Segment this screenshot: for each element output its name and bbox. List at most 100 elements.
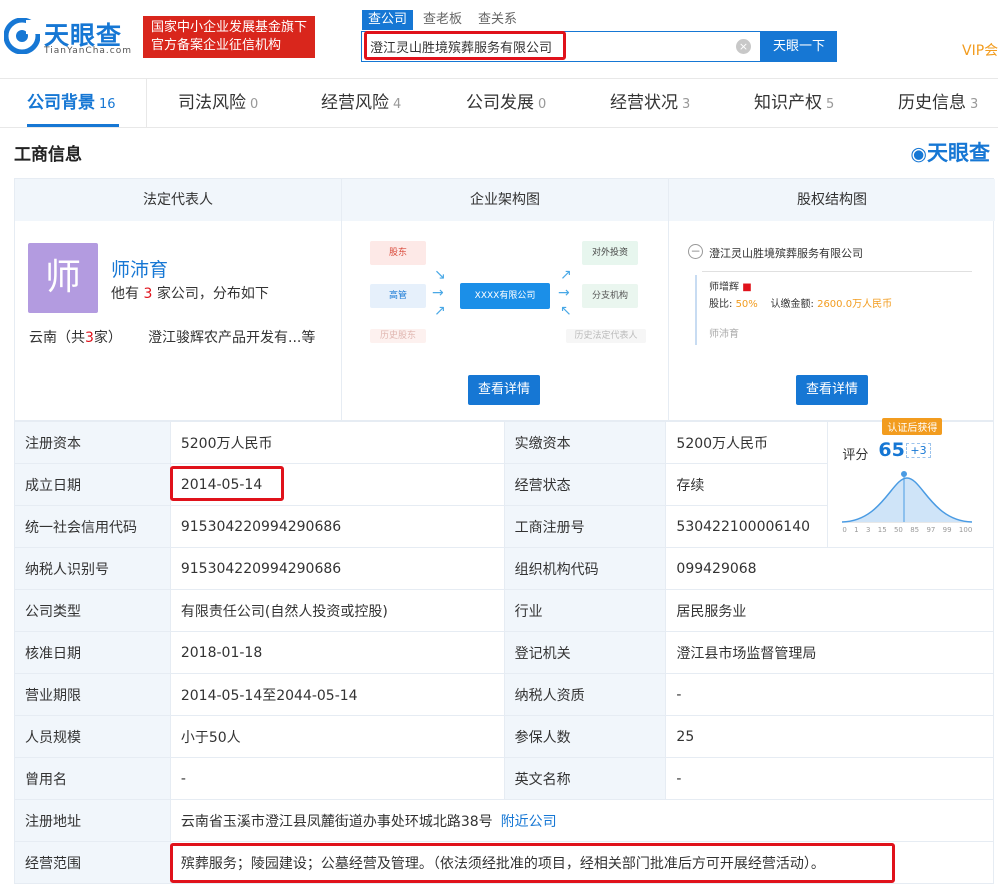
nearby-companies-link[interactable]: 附近公司 xyxy=(501,814,557,830)
table-label: 营业期限 xyxy=(14,673,171,716)
holder-name: 师增辉 xyxy=(709,282,739,293)
org-executive-node: 高管 xyxy=(370,284,426,308)
table-label: 公司类型 xyxy=(14,589,171,632)
collapse-icon[interactable]: − xyxy=(688,244,703,259)
score-axis: 0 1 3 15 50 85 97 99 100 xyxy=(842,526,972,534)
table-label: 曾用名 xyxy=(14,757,171,800)
fund-badge-line1: 国家中小企业发展基金旗下 xyxy=(151,20,308,35)
desc-count: 3 xyxy=(143,286,153,302)
tab-label: 知识产权 xyxy=(754,93,822,113)
table-label: 纳税人识别号 xyxy=(14,547,171,590)
desc-pre: 他有 xyxy=(111,286,139,302)
avatar[interactable]: 师 xyxy=(28,243,98,313)
table-label: 核准日期 xyxy=(14,631,171,674)
tab-judicial-risk[interactable]: 司法风险 0 xyxy=(178,79,258,128)
tab-intellectual-property[interactable]: 知识产权 5 xyxy=(754,79,834,128)
brand-eye-icon: ◉ xyxy=(910,143,927,165)
score-card[interactable]: 认证后获得 评分 65 +3 0 1 3 15 50 85 97 99 100 xyxy=(827,418,994,548)
axis-tick: 100 xyxy=(958,526,973,534)
table-row: 营业期限 2014-05-14至2044-05-14 纳税人资质 - xyxy=(14,673,994,716)
nav-divider xyxy=(146,79,147,128)
table-value: 099429068 xyxy=(665,547,994,590)
search-tab-boss[interactable]: 查老板 xyxy=(417,10,468,30)
table-row: 公司类型 有限责任公司(自然人投资或控股) 行业 居民服务业 xyxy=(14,589,994,632)
active-tab-indicator xyxy=(27,124,119,127)
ratio-value: 50% xyxy=(735,299,758,310)
org-history-rep-node: 历史法定代表人 xyxy=(566,329,646,343)
legal-rep-panel: 法定代表人 师 师沛育 他有 3 家公司，分布如下 云南（共3家） 澄江骏辉农产… xyxy=(15,179,342,422)
table-label: 纳税人资质 xyxy=(503,673,667,716)
table-value: 25 xyxy=(665,715,994,758)
equity-holder-1[interactable]: 师增辉 ■ xyxy=(709,278,752,293)
region-post: 家） xyxy=(93,330,122,346)
axis-tick: 3 xyxy=(865,526,871,534)
table-value: 有限责任公司(自然人投资或控股) xyxy=(169,589,505,632)
arrow-icon: → xyxy=(432,285,444,301)
tree-line xyxy=(695,275,697,345)
divider xyxy=(702,271,972,272)
arrow-icon: ↗ xyxy=(560,267,572,283)
axis-tick: 97 xyxy=(926,526,936,534)
table-value: - xyxy=(665,673,994,716)
table-label: 注册地址 xyxy=(14,799,171,842)
table-row: 曾用名 - 英文名称 - xyxy=(14,757,994,800)
tab-count: 4 xyxy=(393,97,402,112)
org-chart-detail-button[interactable]: 查看详情 xyxy=(468,375,540,405)
table-value: 居民服务业 xyxy=(665,589,994,632)
arrow-icon: ↘ xyxy=(434,267,446,283)
search-tab-relation[interactable]: 查关系 xyxy=(472,10,523,30)
tab-history[interactable]: 历史信息 3 xyxy=(898,79,978,128)
amount-value: 2600.0万人民币 xyxy=(817,299,893,310)
search-button[interactable]: 天眼一下 xyxy=(761,31,837,62)
table-value: 915304220994290686 xyxy=(169,547,505,590)
tab-label: 历史信息 xyxy=(898,93,966,113)
tab-label: 经营状况 xyxy=(610,93,678,113)
equity-detail-button[interactable]: 查看详情 xyxy=(796,375,868,405)
amount-label: 认缴金额: xyxy=(770,299,814,310)
table-value: 530422100006140 xyxy=(665,505,829,548)
table-value: 小于50人 xyxy=(169,715,505,758)
tab-count: 16 xyxy=(99,97,116,112)
section-title: 工商信息 xyxy=(14,145,82,165)
table-value: 5200万人民币 xyxy=(665,421,829,464)
tab-label: 公司背景 xyxy=(27,93,95,113)
tab-company-development[interactable]: 公司发展 0 xyxy=(466,79,546,128)
axis-tick: 85 xyxy=(910,526,920,534)
tab-operating-risk[interactable]: 经营风险 4 xyxy=(321,79,401,128)
table-label: 登记机关 xyxy=(503,631,667,674)
desc-post: 家公司，分布如下 xyxy=(156,286,269,302)
score-value: 65 xyxy=(878,439,905,461)
section-nav: 公司背景 16 司法风险 0 经营风险 4 公司发展 0 经营状况 3 知识产权 5 历史信… xyxy=(0,78,998,128)
vip-link[interactable]: VIP会 xyxy=(962,40,998,60)
tab-company-background[interactable]: 公司背景 16 xyxy=(27,79,116,128)
search-highlight-box xyxy=(364,31,566,60)
org-chart-panel: 企业架构图 股东 高管 历史股东 ↘ → ↗ XXXX有限公司 ↗ → ↖ 对外… xyxy=(342,179,669,422)
table-label: 工商注册号 xyxy=(503,505,667,548)
tab-business-status[interactable]: 经营状况 3 xyxy=(610,79,690,128)
tab-label: 公司发展 xyxy=(466,93,534,113)
tab-count: 3 xyxy=(682,97,691,112)
table-label: 成立日期 xyxy=(14,463,171,506)
score-plus: +3 xyxy=(906,443,931,458)
table-row: 注册地址 云南省玉溪市澄江县凤麓街道办事处环城北路38号 附近公司 xyxy=(14,799,995,842)
org-company-node: XXXX有限公司 xyxy=(460,283,550,309)
table-label: 参保人数 xyxy=(503,715,667,758)
clear-icon[interactable]: × xyxy=(736,39,751,54)
search-tab-company[interactable]: 查公司 xyxy=(362,10,414,30)
search-tabs: 查公司 查老板 查关系 xyxy=(362,10,523,30)
table-label: 统一社会信用代码 xyxy=(14,505,171,548)
region-count: 3 xyxy=(85,330,94,346)
legal-rep-name[interactable]: 师沛育 xyxy=(111,255,168,282)
table-value: - xyxy=(665,757,994,800)
business-scope: 殡葬服务；陵园建设；公墓经营及管理。（依法须经批准的项目，经相关部门批准后方可开… xyxy=(169,841,995,884)
tab-count: 5 xyxy=(826,97,835,112)
org-shareholder-node: 股东 xyxy=(370,241,426,265)
panel-title: 法定代表人 xyxy=(15,179,341,221)
legal-rep-region[interactable]: 云南（共3家） xyxy=(29,327,122,347)
equity-holder-2[interactable]: 师沛育 xyxy=(709,325,739,340)
tianyancha-logo[interactable]: 天眼查 TianYanCha.com xyxy=(4,14,136,62)
equity-holder-1-detail: 股比: 50% 认缴金额: 2600.0万人民币 xyxy=(709,295,892,310)
org-branch-node: 分支机构 xyxy=(582,284,638,308)
legal-rep-company[interactable]: 澄江骏辉农产品开发有...等 xyxy=(148,327,315,347)
table-value: 存续 xyxy=(665,463,829,506)
